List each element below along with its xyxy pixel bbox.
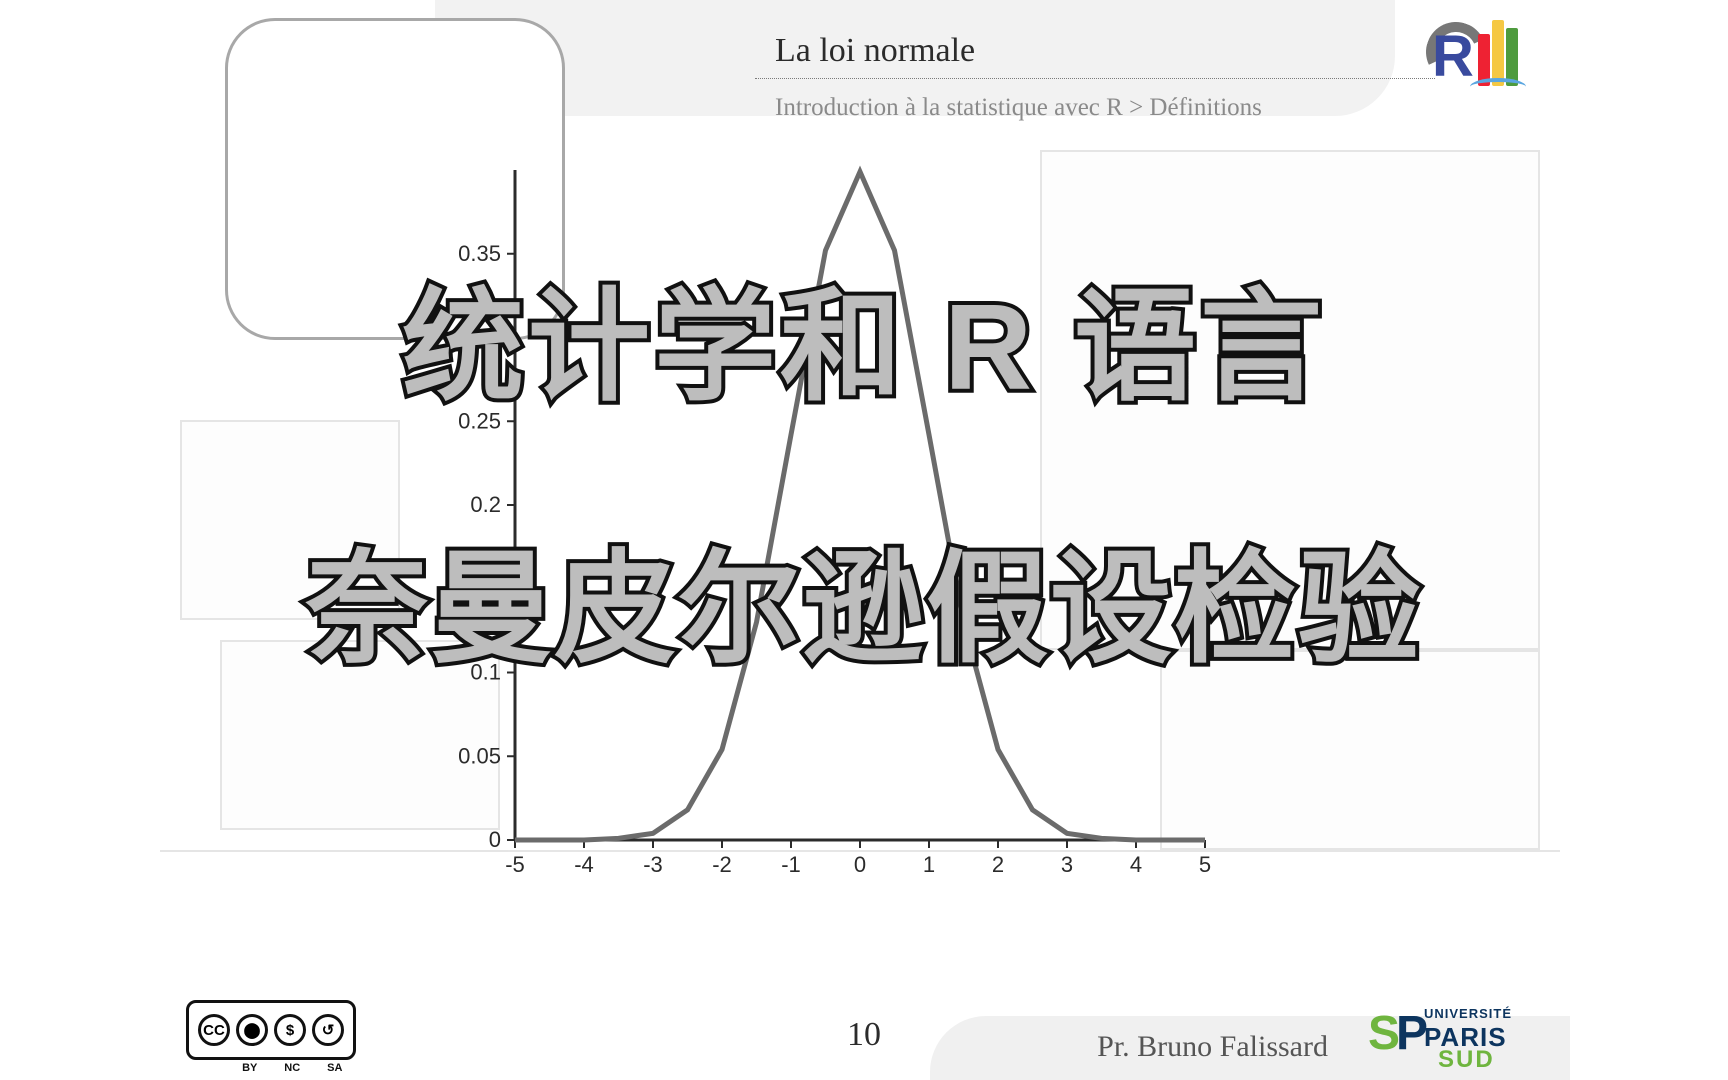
r-logo-icon: R [1426,16,1518,102]
cc-license-badge: CC ⬤ $ ↺ [186,1000,356,1060]
svg-text:-1: -1 [781,852,801,877]
page-title: La loi normale [775,32,975,70]
title-divider [755,78,1435,79]
svg-text:1: 1 [923,852,935,877]
author-name: Pr. Bruno Falissard [1097,1030,1328,1064]
breadcrumb: Introduction à la statistique avec R > D… [775,94,1262,122]
svg-text:5: 5 [1199,852,1211,877]
overlay-title-line2: 奈曼皮尔逊假设检验 [306,510,1422,687]
universite-paris-sud-logo: S P UNIVERSITÉ PARIS SUD [1368,1002,1528,1074]
page-number: 10 [847,1016,881,1054]
cc-nc-icon: $ [274,1014,306,1046]
svg-text:0: 0 [489,827,501,852]
svg-text:4: 4 [1130,852,1142,877]
cc-by-icon: ⬤ [236,1014,268,1046]
svg-text:0: 0 [854,852,866,877]
cc-sa-icon: ↺ [312,1014,344,1046]
cc-icon: CC [198,1014,230,1046]
svg-text:3: 3 [1061,852,1073,877]
svg-text:0.05: 0.05 [458,743,501,768]
svg-text:-2: -2 [712,852,732,877]
svg-text:-5: -5 [505,852,525,877]
cc-labels: . BY NC SA [186,1062,356,1074]
svg-text:-4: -4 [574,852,594,877]
overlay-title-line1: 统计学和 R 语言 [402,248,1326,425]
svg-text:-3: -3 [643,852,663,877]
svg-text:2: 2 [992,852,1004,877]
